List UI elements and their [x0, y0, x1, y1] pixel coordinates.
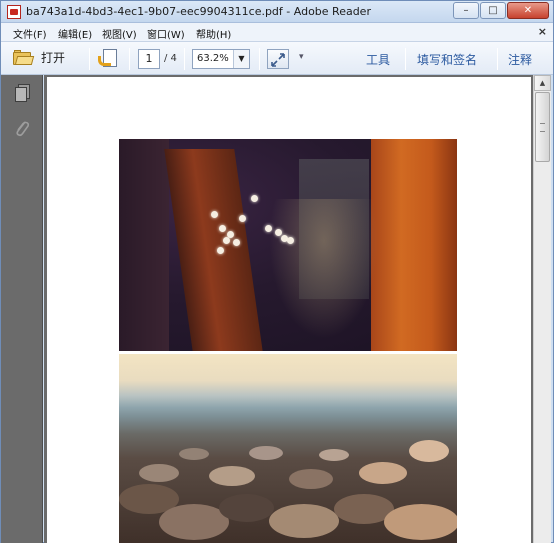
toolbar-divider — [405, 48, 406, 70]
menu-edit[interactable]: 编辑(E) — [58, 26, 92, 41]
document-viewport[interactable] — [44, 75, 533, 543]
close-document-button[interactable]: × — [538, 25, 547, 38]
menu-file[interactable]: 文件(F) — [13, 26, 47, 41]
pdf-app-icon — [7, 5, 21, 19]
fit-page-button[interactable] — [267, 49, 289, 69]
toolbar-divider — [89, 48, 90, 70]
menu-window[interactable]: 窗口(W) — [147, 26, 185, 41]
adobe-reader-window: ba743a1d-4bd3-4ec1-9b07-eec9904311ce.pdf… — [0, 0, 554, 543]
toolbar-divider — [129, 48, 130, 70]
page-thumbnails-icon[interactable] — [15, 84, 31, 102]
minimize-button[interactable]: – — [453, 2, 479, 19]
folder-icon — [13, 49, 35, 66]
photo-pebble-beach — [119, 354, 457, 543]
page-total-label: / 4 — [164, 53, 177, 64]
vertical-scrollbar[interactable]: ▲ — [533, 75, 551, 543]
chevron-down-icon[interactable]: ▼ — [233, 50, 249, 68]
toolbar: 打开 1 / 4 63.2% ▼ ▾ 工具 填写和签名 注释 — [1, 42, 553, 75]
open-label: 打开 — [41, 51, 66, 65]
window-title: ba743a1d-4bd3-4ec1-9b07-eec9904311ce.pdf… — [26, 5, 371, 18]
comment-button[interactable]: 注释 — [508, 51, 532, 68]
menu-bar: 文件(F) 编辑(E) 视图(V) 窗口(W) 帮助(H) × — [1, 23, 553, 42]
tools-button[interactable]: 工具 — [366, 51, 390, 68]
pdf-page — [47, 77, 531, 543]
more-tools-icon[interactable]: ▾ — [299, 52, 304, 62]
maximize-button[interactable]: □ — [480, 2, 506, 19]
menu-help[interactable]: 帮助(H) — [196, 26, 231, 41]
scroll-up-icon[interactable]: ▲ — [534, 75, 551, 91]
fill-and-sign-button[interactable]: 填写和签名 — [417, 51, 477, 68]
menu-view[interactable]: 视图(V) — [102, 26, 137, 41]
share-icon[interactable] — [98, 49, 120, 68]
zoom-select[interactable]: 63.2% ▼ — [192, 49, 250, 69]
photo-dried-flowers — [119, 139, 457, 351]
fit-arrows-icon — [271, 53, 285, 67]
attachments-paperclip-icon[interactable] — [13, 119, 31, 139]
window-controls: – □ ✕ — [452, 2, 549, 19]
scroll-thumb[interactable] — [535, 92, 550, 162]
navigation-pane — [1, 75, 43, 543]
page-number-input[interactable]: 1 — [138, 49, 160, 69]
toolbar-divider — [259, 48, 260, 70]
zoom-value: 63.2% — [197, 53, 229, 64]
open-button[interactable]: 打开 — [13, 49, 65, 66]
toolbar-divider — [184, 48, 185, 70]
close-window-button[interactable]: ✕ — [507, 2, 549, 19]
title-bar: ba743a1d-4bd3-4ec1-9b07-eec9904311ce.pdf… — [1, 1, 553, 23]
toolbar-divider — [497, 48, 498, 70]
